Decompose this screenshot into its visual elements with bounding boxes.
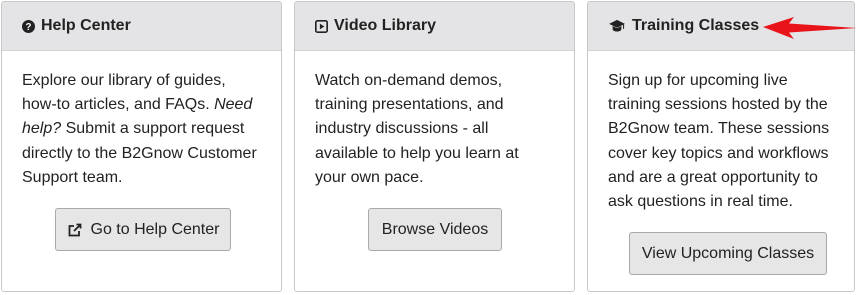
video-library-card: Video Library Watch on-demand demos, tra… bbox=[294, 1, 575, 292]
video-library-description: Watch on-demand demos, training presenta… bbox=[315, 72, 519, 186]
play-square-icon bbox=[315, 19, 328, 33]
view-upcoming-classes-label: View Upcoming Classes bbox=[641, 244, 815, 262]
go-to-help-center-button[interactable]: Go to Help Center bbox=[55, 208, 231, 251]
help-center-card: ? Help Center Explore our library of gui… bbox=[1, 1, 282, 292]
help-center-header: ? Help Center bbox=[2, 2, 281, 51]
browse-videos-button[interactable]: Browse Videos bbox=[368, 208, 502, 251]
training-classes-body: Sign up for upcoming live training sessi… bbox=[588, 51, 854, 214]
view-upcoming-classes-button[interactable]: View Upcoming Classes bbox=[629, 232, 827, 275]
browse-videos-label: Browse Videos bbox=[381, 220, 489, 238]
red-arrow-annotation bbox=[760, 14, 860, 49]
video-library-body: Watch on-demand demos, training presenta… bbox=[295, 51, 574, 190]
help-text-part: Explore our library of guides, how-to ar… bbox=[22, 72, 226, 114]
go-to-help-center-label: Go to Help Center bbox=[90, 220, 220, 238]
video-library-title: Video Library bbox=[334, 17, 436, 34]
external-link-icon bbox=[67, 222, 83, 238]
graduation-cap-icon bbox=[608, 19, 626, 33]
help-center-title: Help Center bbox=[41, 17, 131, 34]
svg-text:?: ? bbox=[26, 21, 32, 32]
question-circle-icon: ? bbox=[22, 19, 35, 33]
video-library-header: Video Library bbox=[295, 2, 574, 51]
training-classes-description: Sign up for upcoming live training sessi… bbox=[608, 72, 830, 211]
training-classes-title: Training Classes bbox=[632, 17, 760, 34]
help-center-description: Explore our library of guides, how-to ar… bbox=[22, 69, 261, 190]
help-center-body: Explore our library of guides, how-to ar… bbox=[2, 51, 281, 190]
